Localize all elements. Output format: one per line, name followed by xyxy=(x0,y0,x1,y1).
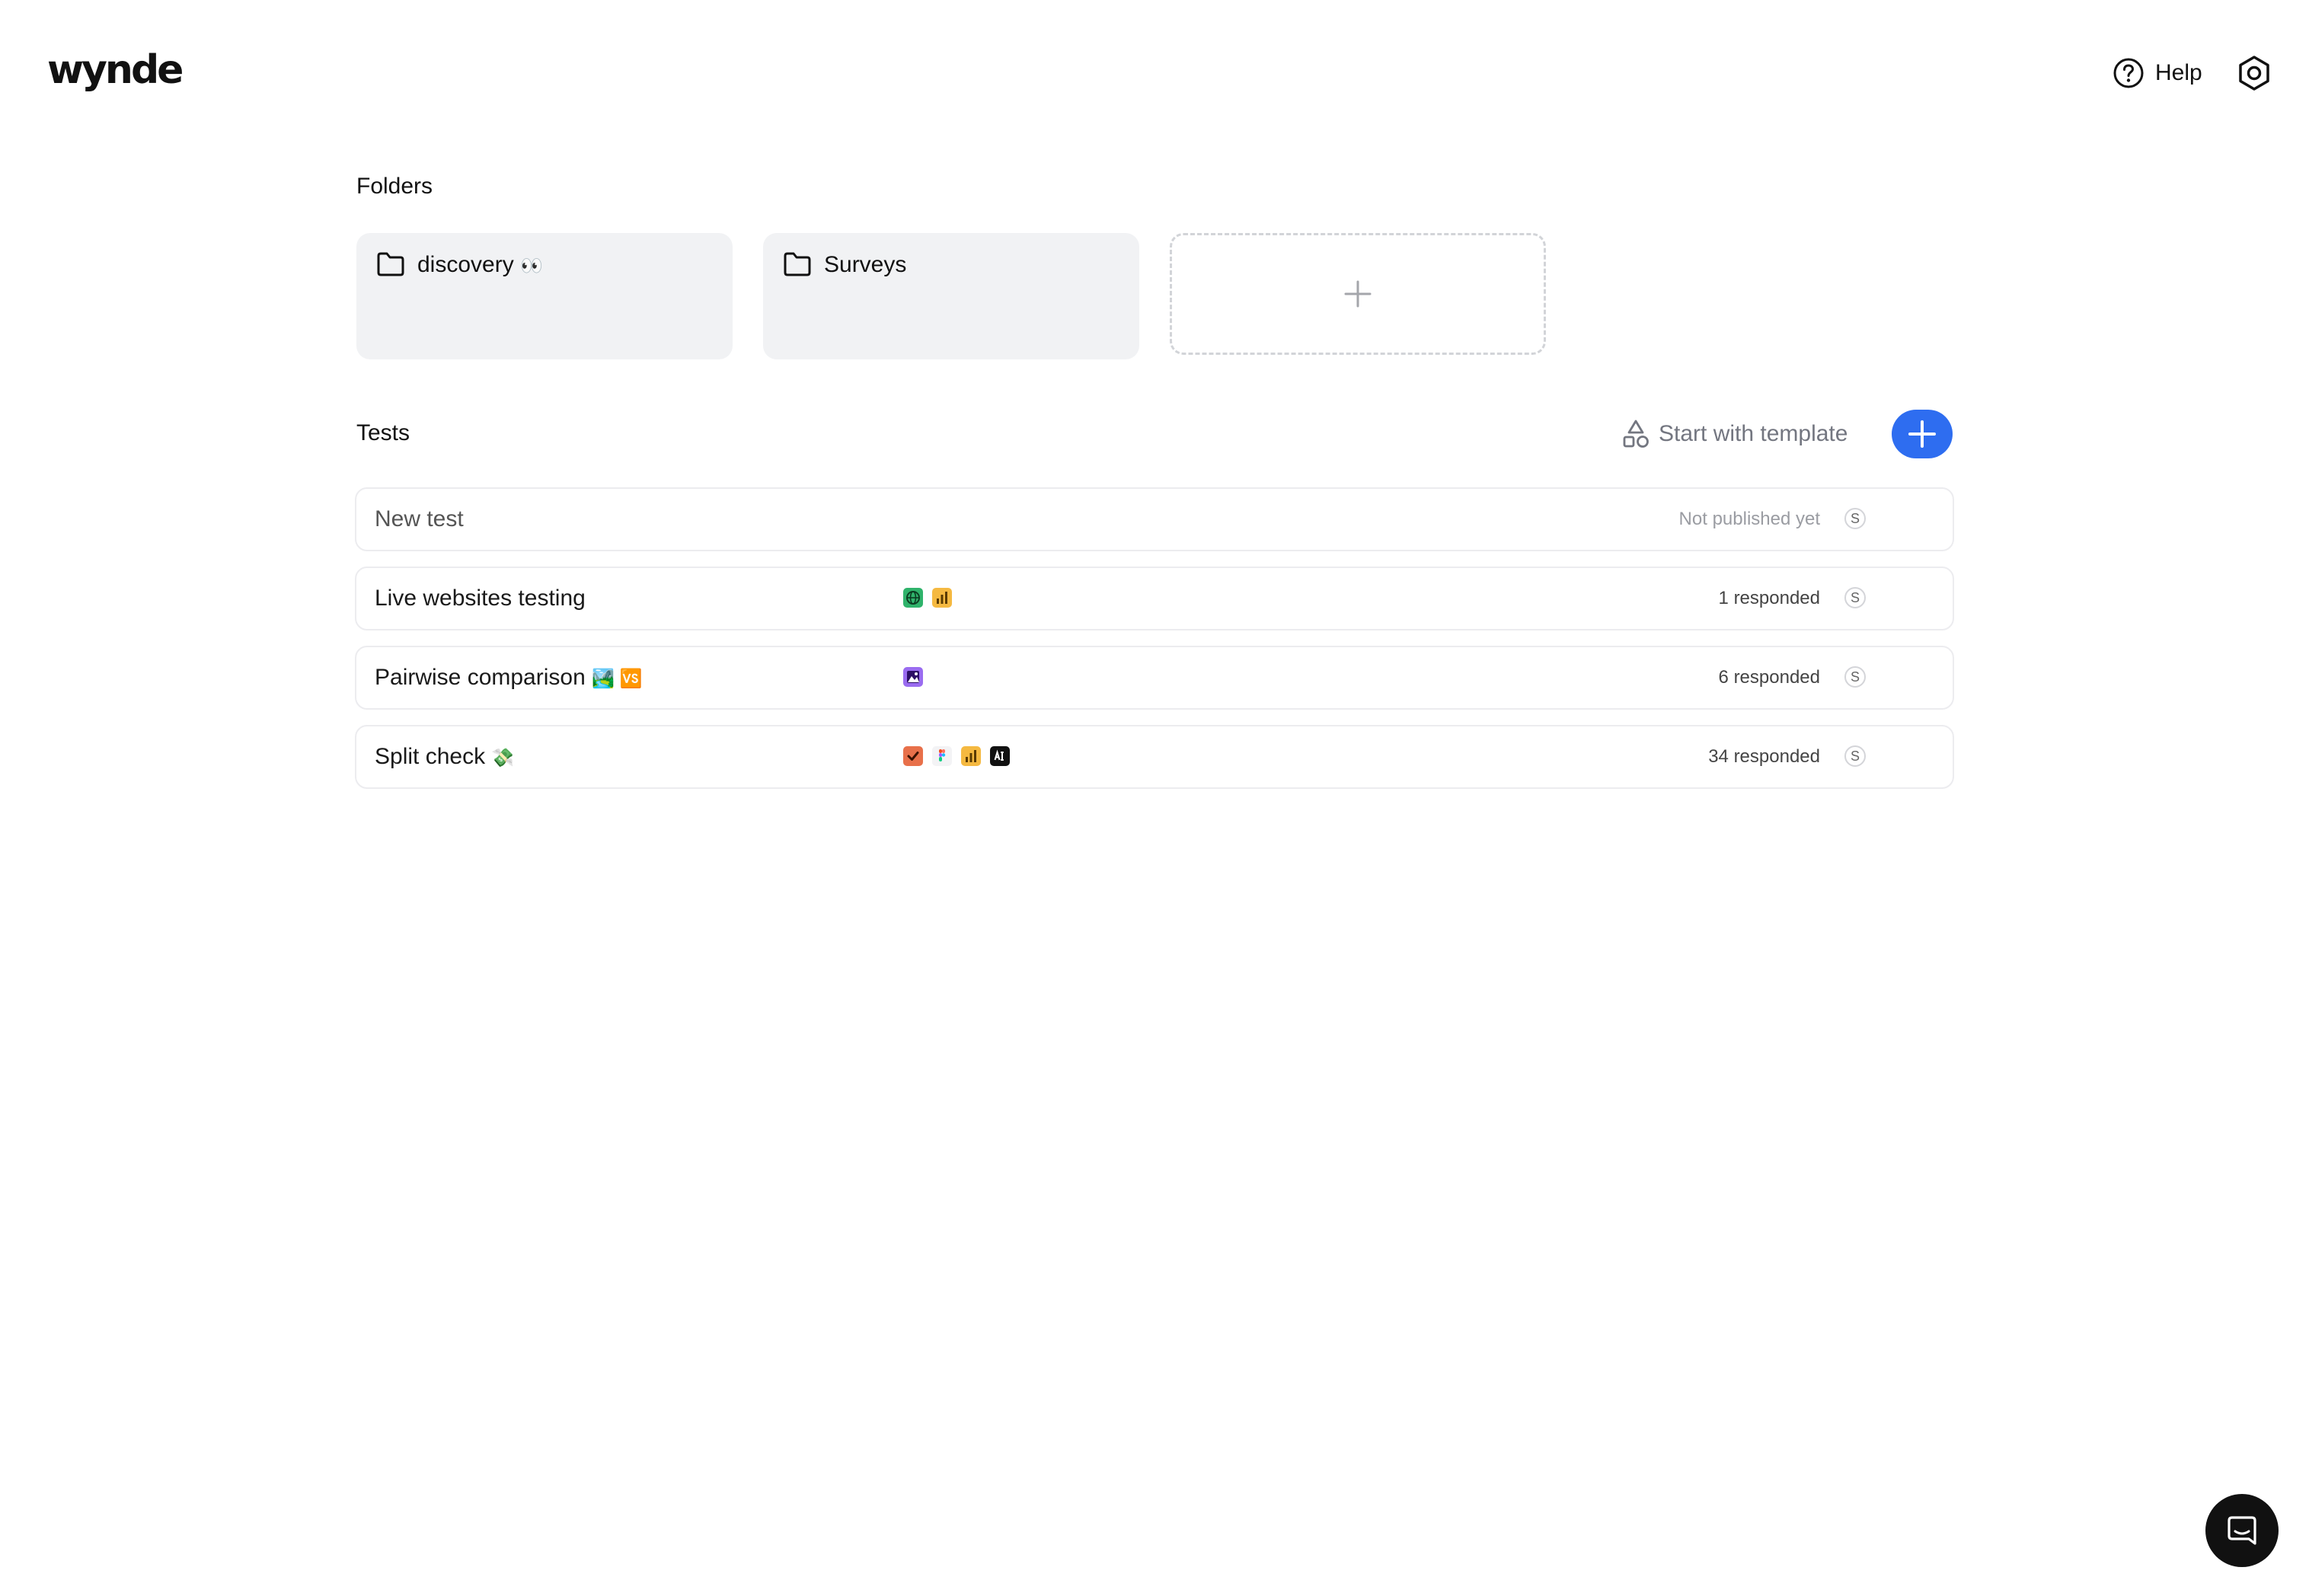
plus-icon xyxy=(1908,420,1936,448)
test-row[interactable]: Split check 💸 34 responded S xyxy=(355,725,1954,789)
test-emoji: 💸 xyxy=(491,748,515,768)
image-icon xyxy=(903,667,923,687)
test-app-icons xyxy=(903,746,1010,766)
test-emoji: 🏞️ 🆚 xyxy=(592,669,643,689)
folder-icon xyxy=(377,252,404,276)
test-row[interactable]: Pairwise comparison 🏞️ 🆚 6 responded S xyxy=(355,646,1954,710)
plus-icon xyxy=(1344,280,1372,308)
owner-avatar: S xyxy=(1844,666,1866,688)
shapes-icon xyxy=(1623,420,1649,448)
checkbox-icon xyxy=(903,746,923,766)
tests-heading: Tests xyxy=(356,420,410,445)
test-name: Split check 💸 xyxy=(375,744,515,769)
chat-launcher-button[interactable] xyxy=(2205,1494,2279,1567)
owner-avatar: S xyxy=(1844,508,1866,529)
ai-icon xyxy=(990,746,1010,766)
test-status: 1 responded xyxy=(1718,588,1820,608)
test-status: 34 responded xyxy=(1708,746,1820,767)
chart-icon xyxy=(961,746,981,766)
chat-icon xyxy=(2228,1516,2256,1545)
help-button[interactable]: Help xyxy=(2113,56,2202,90)
owner-avatar: S xyxy=(1844,587,1866,608)
test-name: New test xyxy=(375,506,464,531)
folder-name: discovery xyxy=(417,252,514,277)
folder-card-discovery[interactable]: discovery 👀 xyxy=(356,233,733,359)
help-label: Help xyxy=(2155,60,2202,85)
test-status: Not published yet xyxy=(1678,509,1820,529)
folder-card-surveys[interactable]: Surveys xyxy=(763,233,1139,359)
folder-emoji: 👀 xyxy=(520,256,543,276)
logo[interactable]: wynde xyxy=(47,47,184,93)
test-name: Live websites testing xyxy=(375,586,586,611)
folder-name: Surveys xyxy=(824,252,907,277)
test-status: 6 responded xyxy=(1718,667,1820,688)
chart-icon xyxy=(932,588,952,608)
new-test-button[interactable] xyxy=(1892,410,1953,458)
test-row[interactable]: Live websites testing 1 responded S xyxy=(355,567,1954,630)
test-app-icons xyxy=(903,588,952,608)
question-circle-icon xyxy=(2113,58,2144,88)
figma-icon xyxy=(932,746,952,766)
add-folder-button[interactable] xyxy=(1170,233,1546,355)
test-app-icons xyxy=(903,667,923,687)
globe-icon xyxy=(903,588,923,608)
test-name: Pairwise comparison 🏞️ 🆚 xyxy=(375,665,643,690)
folders-heading: Folders xyxy=(356,174,433,199)
start-with-template-label: Start with template xyxy=(1659,421,1848,446)
owner-avatar: S xyxy=(1844,745,1866,767)
folder-icon xyxy=(784,252,811,276)
test-row[interactable]: New test Not published yet S xyxy=(355,487,1954,551)
start-with-template-button[interactable]: Start with template xyxy=(1622,417,1848,451)
settings-gear-icon[interactable] xyxy=(2236,55,2272,91)
